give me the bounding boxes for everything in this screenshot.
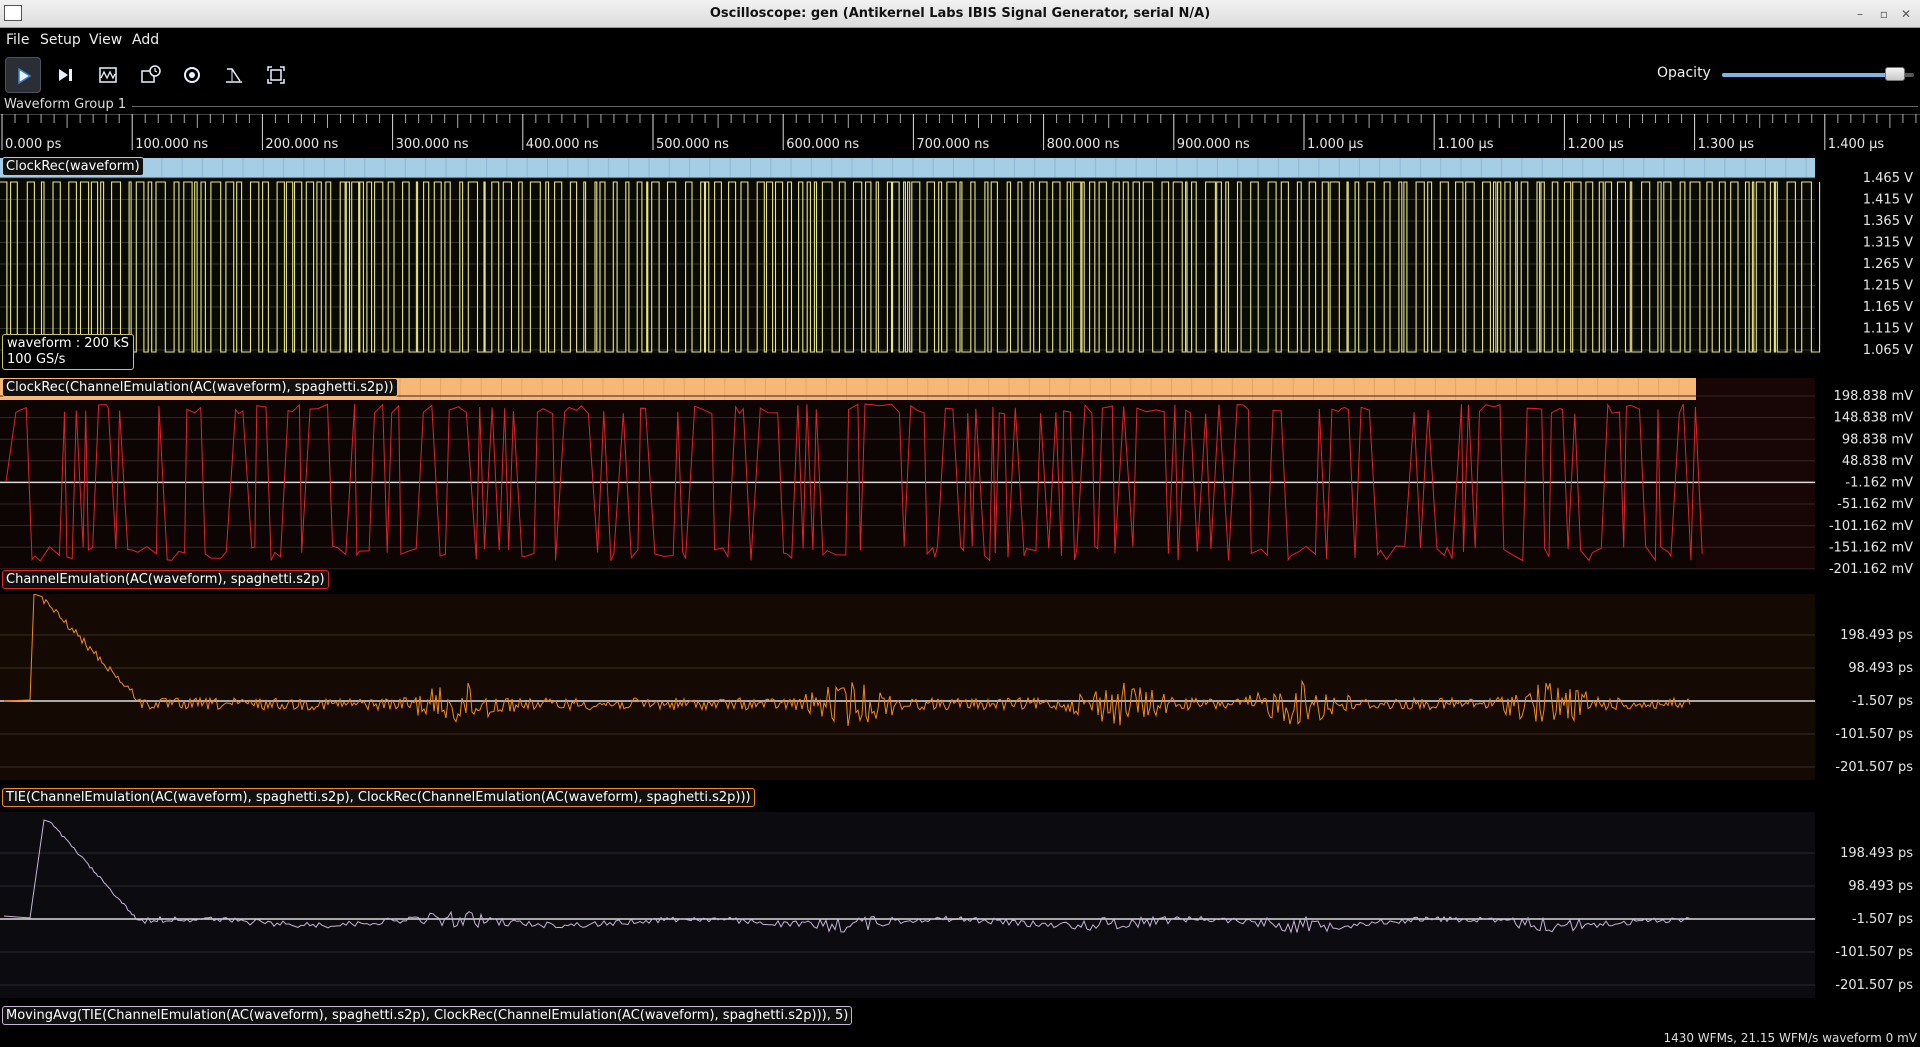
time-tick-label: 1.100 µs (1437, 137, 1494, 152)
y-axis-label: -1.507 ps (1852, 694, 1913, 709)
refresh-icon (184, 67, 200, 83)
play-icon (18, 67, 32, 85)
menu-file[interactable]: File (6, 32, 29, 48)
y-axis-label: -151.162 mV (1829, 540, 1913, 555)
time-tick-label: 1.400 µs (1828, 137, 1885, 152)
y-axis-label: 98.838 mV (1842, 432, 1913, 447)
y-axis-label: 48.838 mV (1842, 454, 1913, 469)
plot-clockrec-waveform[interactable]: 1.465 V 1.415 V 1.365 V 1.315 V 1.265 V 1.215… (0, 156, 1920, 374)
time-tick-label: 200.000 ns (265, 137, 338, 152)
y-axis-label: 198.493 ps (1840, 628, 1913, 643)
menu-bar: File Setup View Add (0, 28, 1920, 52)
y-axis-label: 98.493 ps (1848, 879, 1913, 894)
toolbar (0, 52, 1920, 96)
y-axis-label: 1.365 V (1863, 214, 1913, 229)
filter-icon (226, 68, 242, 83)
y-axis-label: 1.115 V (1863, 322, 1913, 337)
time-tick-label: 1.200 µs (1567, 137, 1624, 152)
plot-movingavg[interactable]: 198.493 ps 98.493 ps -1.507 ps -101.507 ps -… (0, 812, 1920, 1030)
fullscreen-icon (267, 66, 285, 84)
eye-label[interactable]: ClockRec(waveform) (2, 157, 144, 176)
opacity-slider-fill (1722, 73, 1895, 77)
history-icon (141, 65, 161, 83)
menu-setup[interactable]: Setup (40, 32, 81, 48)
y-axis-label: 1.265 V (1863, 257, 1913, 272)
y-axis-label: 1.165 V (1863, 300, 1913, 315)
menu-add[interactable]: Add (132, 32, 159, 48)
fullscreen-button[interactable] (258, 57, 294, 93)
y-axis-label: 98.493 ps (1848, 661, 1913, 676)
plot-channelemulation[interactable]: 198.838 mV 148.838 mV 98.838 mV 48.838 mV -1… (0, 376, 1920, 594)
y-axis-label: 1.065 V (1863, 343, 1913, 358)
refresh-button[interactable] (174, 57, 210, 93)
plot-canvas: 198.493 ps 98.493 ps -1.507 ps -101.507 ps -… (0, 594, 1913, 780)
opacity-label: Opacity (1657, 65, 1711, 81)
plot-canvas: 198.493 ps 98.493 ps -1.507 ps -101.507 ps -… (0, 812, 1913, 998)
plot-canvas: 1.465 V 1.415 V 1.365 V 1.315 V 1.265 V 1.215… (0, 158, 1913, 358)
plot-tie[interactable]: 198.493 ps 98.493 ps -1.507 ps -101.507 ps -… (0, 594, 1920, 812)
trace-label[interactable]: TIE(ChannelEmulation(AC(waveform), spagh… (2, 788, 755, 807)
y-axis-label: -101.162 mV (1829, 519, 1913, 534)
run-button[interactable] (5, 57, 41, 93)
waveform-group-title: Waveform Group 1 (4, 97, 127, 112)
y-axis-label: -201.162 mV (1829, 562, 1913, 577)
eye-pattern-band (0, 158, 1815, 178)
time-tick-label: 1.000 µs (1307, 137, 1364, 152)
single-trigger-button[interactable] (48, 57, 84, 93)
y-axis-label: 1.415 V (1863, 193, 1913, 208)
plot-canvas: 198.838 mV 148.838 mV 98.838 mV 48.838 mV -1… (0, 378, 1914, 577)
time-tick-label: 600.000 ns (786, 137, 859, 152)
time-tick-label: 500.000 ns (656, 137, 729, 152)
time-tick-label: 0.000 ps (5, 137, 62, 152)
waveform-info-box: waveform : 200 kS 100 GS/s (2, 334, 134, 370)
y-axis-label: -201.507 ps (1835, 978, 1913, 993)
trace-label[interactable]: MovingAvg(TIE(ChannelEmulation(AC(wavefo… (2, 1006, 853, 1025)
y-axis-label: -101.507 ps (1835, 945, 1913, 960)
history-button[interactable] (132, 57, 168, 93)
timeline-ruler[interactable]: 0.000 ps 100.000 ns 200.000 ns 300.000 ns 40… (0, 114, 1920, 154)
eye-label[interactable]: ClockRec(ChannelEmulation(AC(waveform), … (2, 378, 398, 397)
waveform-button[interactable] (90, 57, 126, 93)
time-tick-label: 900.000 ns (1177, 137, 1250, 152)
y-axis-label: 198.838 mV (1834, 389, 1914, 404)
y-axis-label: 1.465 V (1863, 171, 1913, 186)
y-axis-label: 1.315 V (1863, 236, 1913, 251)
menu-view[interactable]: View (89, 32, 122, 48)
info-sample-count: waveform : 200 kS (7, 336, 129, 351)
y-axis-label: 1.215 V (1863, 279, 1913, 294)
trace-label[interactable]: ChannelEmulation(AC(waveform), spaghetti… (2, 570, 329, 589)
opacity-slider-handle[interactable] (1884, 67, 1905, 81)
y-axis-label: 198.493 ps (1840, 846, 1913, 861)
filter-button[interactable] (216, 57, 252, 93)
status-text: 1430 WFMs, 21.15 WFM/s waveform 0 mV (1663, 1031, 1917, 1045)
y-axis-label: 148.838 mV (1834, 411, 1914, 426)
time-tick-label: 1.300 µs (1698, 137, 1755, 152)
time-tick-label: 700.000 ns (916, 137, 989, 152)
waveform-icon (99, 67, 117, 83)
y-axis-label: -1.162 mV (1845, 476, 1913, 491)
y-axis-label: -1.507 ps (1852, 912, 1913, 927)
time-tick-label: 100.000 ns (135, 137, 208, 152)
step-icon (59, 69, 72, 81)
opacity-slider[interactable] (1722, 67, 1914, 81)
time-tick-label: 800.000 ns (1047, 137, 1120, 152)
y-axis-label: -51.162 mV (1837, 497, 1913, 512)
minimize-icon[interactable]: – (1852, 6, 1868, 22)
info-sample-rate: 100 GS/s (7, 352, 66, 367)
window-titlebar: Oscilloscope: gen (Antikernel Labs IBIS … (0, 0, 1920, 28)
window-title: Oscilloscope: gen (Antikernel Labs IBIS … (709, 6, 1211, 21)
time-tick-label: 300.000 ns (396, 137, 469, 152)
status-bar: 1430 WFMs, 21.15 WFM/s waveform 0 mV (0, 1030, 1920, 1047)
y-axis-label: -201.507 ps (1835, 760, 1913, 775)
maximize-icon[interactable]: ▫ (1876, 6, 1892, 22)
time-tick-label: 400.000 ns (526, 137, 599, 152)
y-axis-label: -101.507 ps (1835, 727, 1913, 742)
close-icon[interactable]: ✕ (1898, 6, 1914, 22)
waveform-group-divider (132, 106, 1918, 107)
